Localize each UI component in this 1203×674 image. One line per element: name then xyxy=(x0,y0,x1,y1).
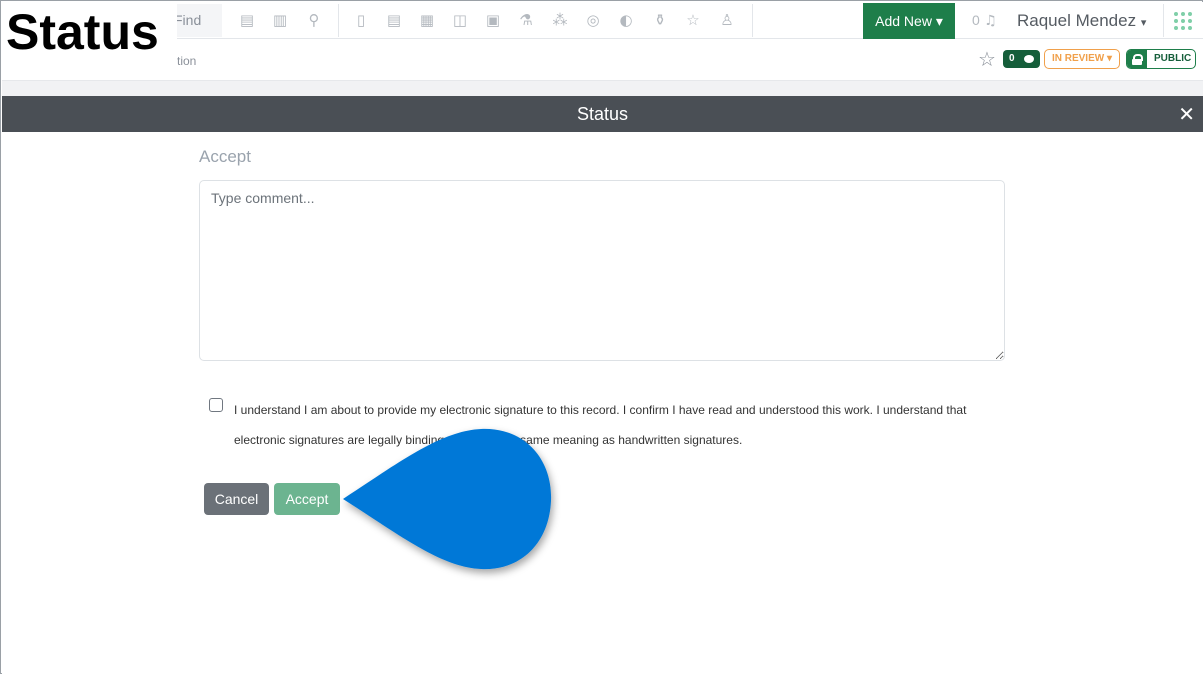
calendar-icon[interactable]: ▦ xyxy=(418,11,436,29)
close-icon[interactable]: ✕ xyxy=(1178,96,1195,132)
comment-bubble-icon xyxy=(1024,55,1034,63)
lab-icon[interactable]: ⚗ xyxy=(517,11,535,29)
modal-header: Status ✕ xyxy=(2,96,1203,132)
bell-icon: ♫ xyxy=(979,13,997,29)
lock-icon xyxy=(1127,50,1147,68)
comment-input[interactable] xyxy=(199,180,1005,361)
target-icon[interactable]: ◎ xyxy=(584,11,602,29)
notification-counter[interactable]: 0 ♫ xyxy=(972,12,997,29)
dashboard-icon[interactable]: ▤ xyxy=(238,11,256,29)
network-icon[interactable]: ⁂ xyxy=(551,11,569,29)
comment-count: 0 xyxy=(1009,53,1015,64)
checklist-icon[interactable]: ▣ xyxy=(484,11,502,29)
star-icon[interactable]: ☆ xyxy=(684,11,702,29)
apps-grid-icon[interactable] xyxy=(1174,12,1194,30)
user-menu[interactable]: Raquel Mendez ▾ xyxy=(1017,11,1146,31)
step-caption: Status xyxy=(1,1,177,63)
breadcrumb[interactable]: tion xyxy=(177,54,196,68)
chevron-down-icon: ▾ xyxy=(1140,17,1147,29)
add-new-button[interactable]: Add New ▾ xyxy=(863,3,955,39)
status-dropdown[interactable]: IN REVIEW ▾ xyxy=(1044,49,1120,69)
add-new-label: Add New xyxy=(875,13,932,29)
chart-icon[interactable]: ▥ xyxy=(271,11,289,29)
page-background-strip xyxy=(2,81,1203,96)
signature-consent-checkbox[interactable] xyxy=(209,398,223,412)
shield-icon[interactable]: ◐ xyxy=(617,11,635,29)
record-toolbar: tion ☆ 0 IN REVIEW ▾ PUBLIC xyxy=(2,39,1203,81)
visibility-badge[interactable]: PUBLIC xyxy=(1126,49,1196,69)
nav-divider xyxy=(338,4,339,37)
modal-title: Status xyxy=(576,104,629,124)
search-icon[interactable]: ⚲ xyxy=(305,11,323,29)
people-icon[interactable]: ♙ xyxy=(718,11,736,29)
modal-heading: Accept xyxy=(199,147,251,166)
notification-count: 0 xyxy=(972,12,980,28)
nav-divider xyxy=(1163,4,1164,37)
flask-icon[interactable]: ⚱ xyxy=(651,11,669,29)
find-label[interactable]: Find xyxy=(174,12,201,28)
app-window: Find ▤ ▥ ⚲ ▯ ▤ ▦ ◫ ▣ ⚗ ⁂ ◎ ◐ ⚱ ☆ ♙ Add N… xyxy=(0,0,1203,674)
presentation-icon[interactable]: ◫ xyxy=(451,11,469,29)
status-label: IN REVIEW xyxy=(1051,53,1105,64)
notebook-icon[interactable]: ▯ xyxy=(352,11,370,29)
comment-count-badge[interactable]: 0 xyxy=(1003,50,1040,68)
favorite-star-icon[interactable]: ☆ xyxy=(978,49,996,69)
visibility-label: PUBLIC xyxy=(1154,53,1192,64)
cancel-button[interactable]: Cancel xyxy=(204,483,269,515)
top-navigation-bar: Find ▤ ▥ ⚲ ▯ ▤ ▦ ◫ ▣ ⚗ ⁂ ◎ ◐ ⚱ ☆ ♙ Add N… xyxy=(2,2,1203,39)
nav-divider xyxy=(752,4,753,37)
user-name: Raquel Mendez xyxy=(1017,11,1137,30)
clipboard-icon[interactable]: ▤ xyxy=(385,11,403,29)
callout-pointer-icon xyxy=(343,428,552,570)
